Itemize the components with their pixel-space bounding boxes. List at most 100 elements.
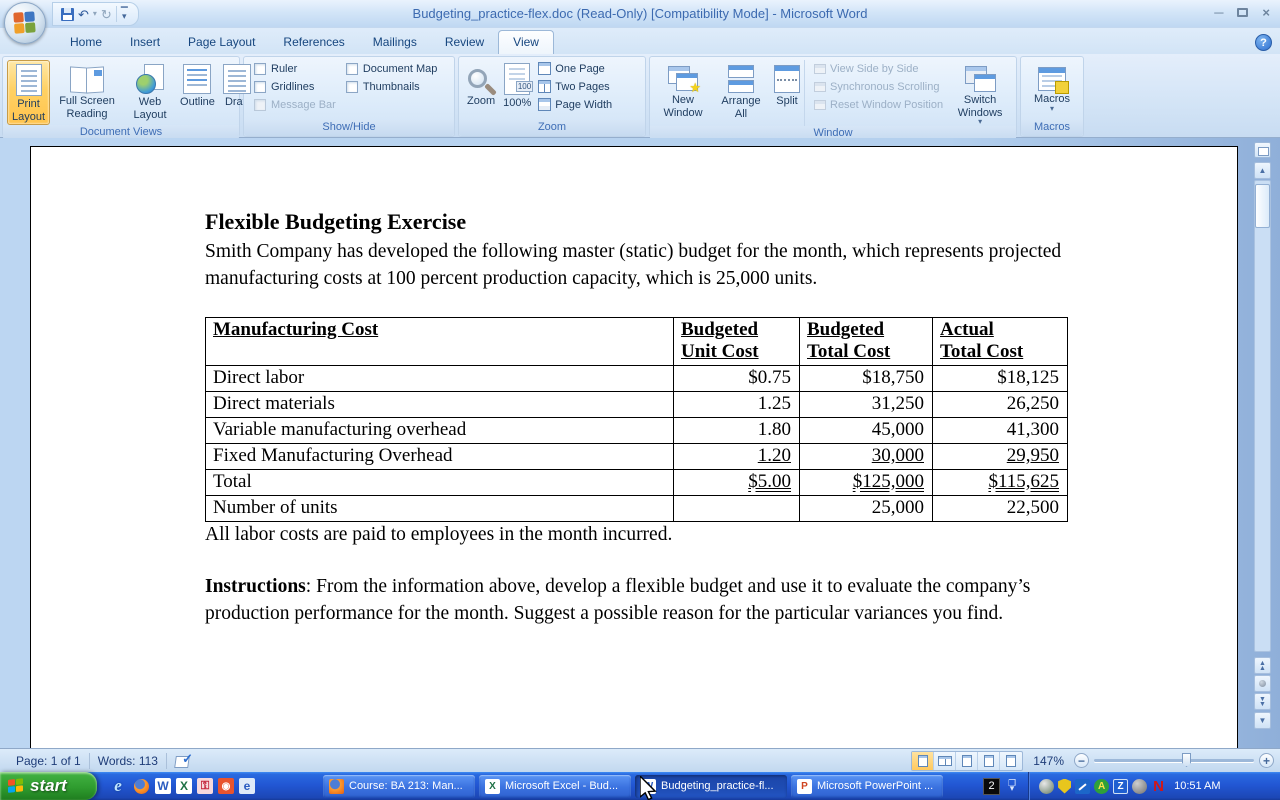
zoom-button[interactable]: Zoom [463, 60, 499, 120]
full-screen-reading-button[interactable]: Full Screen Reading [50, 60, 124, 125]
table-row: Direct materials 1.25 31,250 26,250 [206, 391, 1068, 417]
web-layout-button[interactable]: Web Layout [124, 60, 176, 125]
restore-button[interactable] [1237, 8, 1248, 17]
page-width-button[interactable]: Page Width [535, 97, 615, 112]
tab-page-layout[interactable]: Page Layout [174, 31, 269, 54]
document-map-checkbox[interactable]: Document Map [346, 63, 438, 75]
arrange-all-button[interactable]: Arrange All [712, 60, 770, 126]
zoom-100-button[interactable]: 100% [499, 60, 535, 120]
language-indicator[interactable]: 2 [983, 778, 1000, 795]
scrollbar-thumb[interactable] [1255, 184, 1270, 228]
tray-volume-icon[interactable] [1132, 779, 1147, 794]
tray-key-icon[interactable] [1075, 779, 1090, 794]
synchronous-scrolling-button: Synchronous Scrolling [811, 80, 946, 94]
key-app-icon[interactable]: ⚿ [197, 778, 213, 794]
gridlines-checkbox-box [254, 81, 266, 93]
tray-z-app-icon[interactable]: Z [1113, 779, 1128, 794]
excel-icon[interactable]: X [176, 778, 192, 794]
macros-button[interactable]: Macros ▾ [1030, 60, 1074, 120]
tab-insert[interactable]: Insert [116, 31, 174, 54]
zoom-slider-thumb[interactable] [1182, 753, 1191, 767]
internet-explorer-icon[interactable]: e [109, 777, 127, 795]
groupwise-icon[interactable]: ◉ [218, 778, 234, 794]
instructions-text: : From the information above, develop a … [205, 576, 1030, 624]
hidden-icons-chevron[interactable]: ❐▾ [1008, 781, 1016, 791]
tab-view[interactable]: View [498, 30, 554, 54]
ruler-toggle-icon[interactable] [1254, 142, 1271, 158]
scroll-up-icon[interactable]: ▲ [1254, 162, 1271, 179]
print-layout-icon [16, 64, 42, 96]
taskbar-clock[interactable]: 10:51 AM [1170, 780, 1230, 792]
zoom-out-icon[interactable]: − [1074, 753, 1089, 768]
excel-icon: X [485, 779, 500, 794]
quick-launch: e W X ⚿ ◉ e [97, 777, 265, 795]
zoom-level[interactable]: 147% [1029, 754, 1068, 768]
document-instructions: Instructions: From the information above… [205, 574, 1085, 628]
start-button[interactable]: start [0, 772, 97, 800]
view-print-layout-button[interactable] [912, 752, 934, 770]
switch-windows-icon [965, 66, 995, 92]
scrollbar-track[interactable] [1254, 180, 1271, 652]
tray-novell-icon[interactable]: N [1151, 779, 1166, 794]
next-page-icon[interactable]: ▼▼ [1254, 693, 1271, 710]
help-icon[interactable]: ? [1255, 34, 1272, 51]
switch-windows-button[interactable]: Switch Windows ▾ [948, 60, 1012, 126]
page-indicator[interactable]: Page: 1 of 1 [8, 754, 89, 768]
gridlines-checkbox[interactable]: Gridlines [254, 81, 336, 93]
row-label: Total [206, 469, 674, 495]
taskbar-button-firefox[interactable]: Course: BA 213: Man... [323, 775, 475, 798]
table-header-row: Manufacturing Cost BudgetedUnit Cost Bud… [206, 317, 1068, 365]
minimize-button[interactable]: ─ [1214, 5, 1223, 20]
split-button[interactable]: Split [770, 60, 804, 126]
tab-mailings[interactable]: Mailings [359, 31, 431, 54]
ruler-checkbox[interactable]: Ruler [254, 63, 336, 75]
messenger-icon[interactable]: e [239, 778, 255, 794]
zoom-in-icon[interactable]: + [1259, 753, 1274, 768]
firefox-icon[interactable] [132, 777, 150, 795]
tray-antivirus-icon[interactable]: A [1094, 779, 1109, 794]
row-label: Variable manufacturing overhead [206, 417, 674, 443]
header-budgeted-total-cost: BudgetedTotal Cost [800, 317, 933, 365]
word-count[interactable]: Words: 113 [90, 754, 166, 768]
outline-button[interactable]: Outline [176, 60, 219, 125]
zoom-slider-track[interactable] [1094, 759, 1254, 762]
taskbar-button-powerpoint[interactable]: P Microsoft PowerPoint ... [791, 775, 943, 798]
taskbar-button-excel[interactable]: X Microsoft Excel - Bud... [479, 775, 631, 798]
office-button[interactable] [4, 2, 46, 44]
taskbar-button-word-active[interactable]: W Budgeting_practice-fl... [635, 775, 787, 798]
view-side-by-side-icon [814, 64, 826, 74]
tab-references[interactable]: References [269, 31, 358, 54]
thumbnails-checkbox[interactable]: Thumbnails [346, 81, 438, 93]
outline-icon [183, 64, 211, 94]
view-full-screen-button[interactable] [934, 752, 956, 770]
new-window-button[interactable]: ★ New Window [654, 60, 712, 126]
tab-review[interactable]: Review [431, 31, 498, 54]
word-icon[interactable]: W [155, 778, 171, 794]
window-title: Budgeting_practice-flex.doc (Read-Only) … [0, 6, 1280, 21]
page-width-icon [538, 98, 551, 111]
document-heading: Flexible Budgeting Exercise [205, 209, 1177, 235]
group-label-zoom: Zoom [459, 120, 645, 136]
tab-home[interactable]: Home [56, 31, 116, 54]
previous-page-icon[interactable]: ▲▲ [1254, 657, 1271, 674]
document-page[interactable]: Flexible Budgeting Exercise Smith Compan… [30, 146, 1238, 748]
proofing-status-icon[interactable] [175, 754, 193, 768]
table-row: Number of units 25,000 22,500 [206, 495, 1068, 521]
close-button[interactable]: × [1262, 5, 1270, 20]
header-actual-total-cost: ActualTotal Cost [933, 317, 1068, 365]
tray-shield-icon[interactable] [1058, 779, 1071, 794]
view-web-layout-button[interactable] [956, 752, 978, 770]
draft-icon [223, 64, 251, 94]
full-screen-reading-icon [70, 67, 104, 93]
select-browse-object-icon[interactable] [1254, 675, 1271, 692]
view-draft-button[interactable] [1000, 752, 1022, 770]
one-page-button[interactable]: One Page [535, 61, 615, 76]
ribbon: Print Layout Full Screen Reading Web Lay… [0, 54, 1280, 138]
view-outline-button[interactable] [978, 752, 1000, 770]
group-window: ★ New Window Arrange All Split View Side… [649, 56, 1017, 137]
print-layout-button[interactable]: Print Layout [7, 60, 50, 125]
word-window: ↶ ▾ ↻ ▔▾ Budgeting_practice-flex.doc (Re… [0, 0, 1280, 800]
scroll-down-icon[interactable]: ▼ [1254, 712, 1271, 729]
tray-updates-icon[interactable] [1039, 779, 1054, 794]
two-pages-button[interactable]: Two Pages [535, 79, 615, 94]
